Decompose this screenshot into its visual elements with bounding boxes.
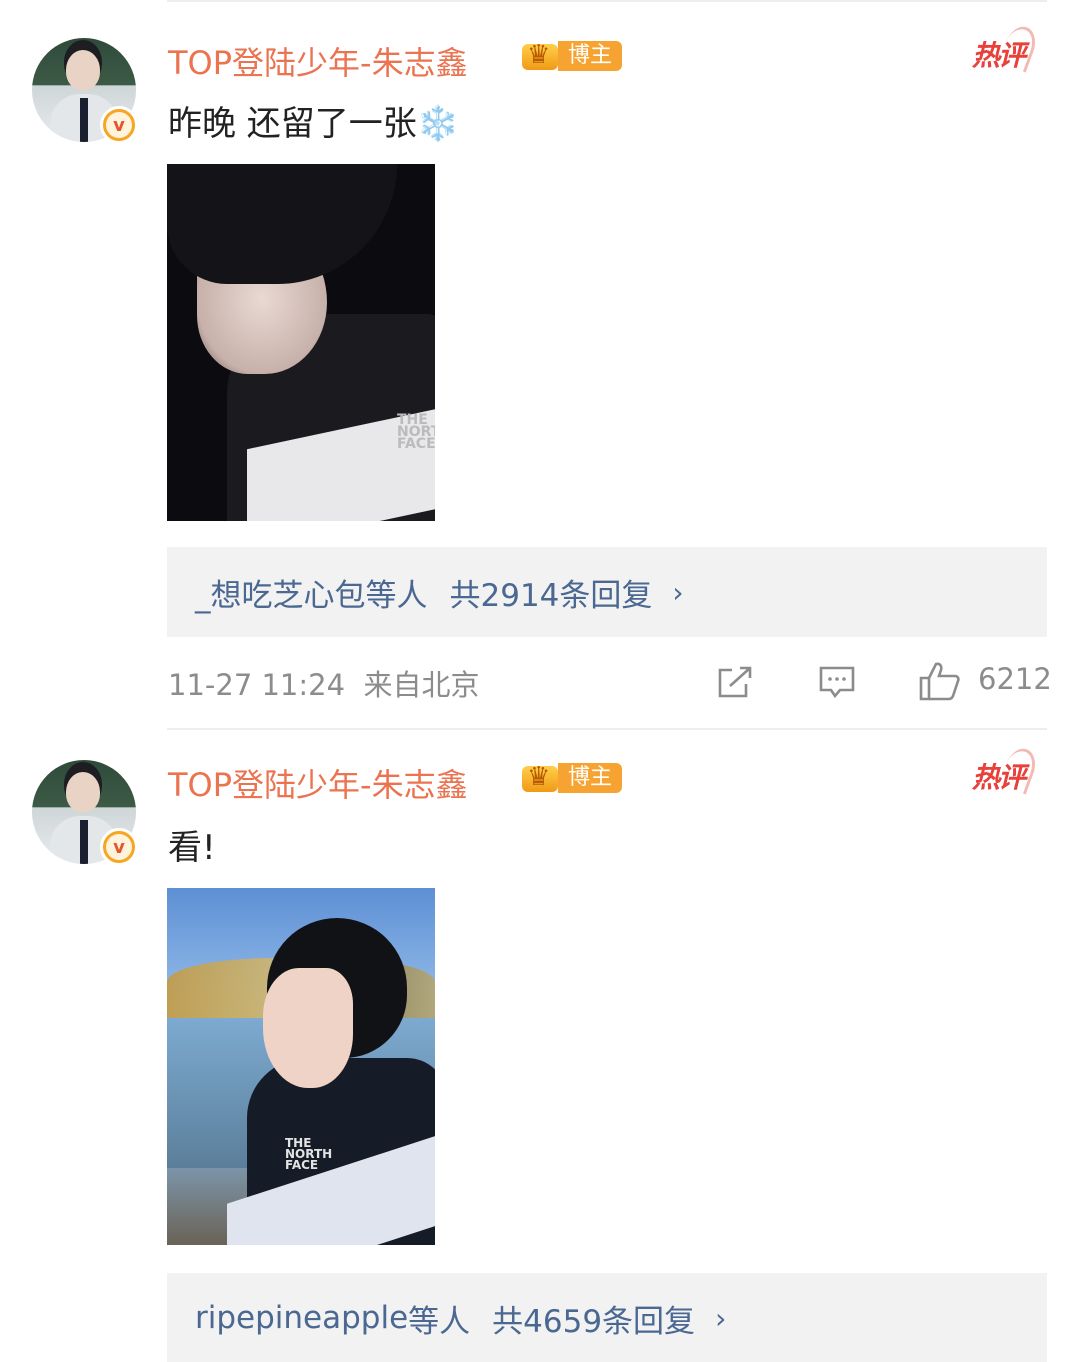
comment-text-content: 昨晚 还留了一张 <box>168 104 417 144</box>
replies-summary[interactable]: _想吃芝心包 等人 共2914条回复 › <box>167 547 1047 637</box>
comment-text: 昨晚 还留了一张❄️ <box>168 96 459 145</box>
like-icon[interactable] <box>918 660 962 702</box>
like-count: 6212 <box>978 662 1052 696</box>
comment-divider <box>167 728 1047 730</box>
blogger-badge: 博主 <box>518 38 623 74</box>
hot-comment-tag: 热评 <box>972 756 1026 796</box>
verified-icon: v <box>100 106 138 144</box>
crown-icon <box>518 38 562 74</box>
replies-summary[interactable]: ripepineapple 等人 共4659条回复 › <box>167 1273 1047 1362</box>
comment-photo[interactable]: THE NORTH FACE <box>167 888 435 1245</box>
comment-text: 看! <box>168 828 216 868</box>
reply-count[interactable]: 共4659条回复 <box>492 1296 695 1341</box>
avatar[interactable]: v <box>32 760 138 866</box>
reply-users[interactable]: _想吃芝心包 <box>195 570 366 615</box>
blogger-badge: 博主 <box>518 760 623 796</box>
photo-logo: THE NORTH FACE <box>285 1136 333 1172</box>
comment-photo[interactable]: THE NORTH FACE <box>167 164 435 521</box>
username[interactable]: TOP登陆少年-朱志鑫 <box>168 38 468 84</box>
avatar[interactable]: v <box>32 38 138 144</box>
reply-users[interactable]: ripepineapple <box>195 1300 408 1336</box>
chevron-right-icon: › <box>672 575 684 609</box>
timestamp: 11-27 11:24 来自北京 <box>168 662 480 704</box>
snowflake-emoji: ❄️ <box>416 104 460 144</box>
share-icon[interactable] <box>716 664 754 700</box>
username[interactable]: TOP登陆少年-朱志鑫 <box>168 760 468 806</box>
photo-logo: THE NORTH FACE <box>397 412 435 452</box>
comment-icon[interactable] <box>818 664 856 700</box>
time: 11-27 11:24 <box>168 668 346 702</box>
chevron-right-icon: › <box>715 1301 727 1335</box>
badge-label: 博主 <box>558 763 623 793</box>
reply-suffix: 等人 <box>365 577 428 614</box>
reply-suffix: 等人 <box>408 1303 471 1340</box>
reply-count[interactable]: 共2914条回复 <box>450 570 653 615</box>
badge-label: 博主 <box>558 41 623 71</box>
hot-comment-tag: 热评 <box>972 34 1026 74</box>
verified-icon: v <box>100 828 138 866</box>
comment-meta: 11-27 11:24 来自北京 6212 <box>0 662 1080 706</box>
location: 来自北京 <box>363 668 480 702</box>
crown-icon <box>518 760 562 796</box>
top-divider <box>167 0 1047 2</box>
